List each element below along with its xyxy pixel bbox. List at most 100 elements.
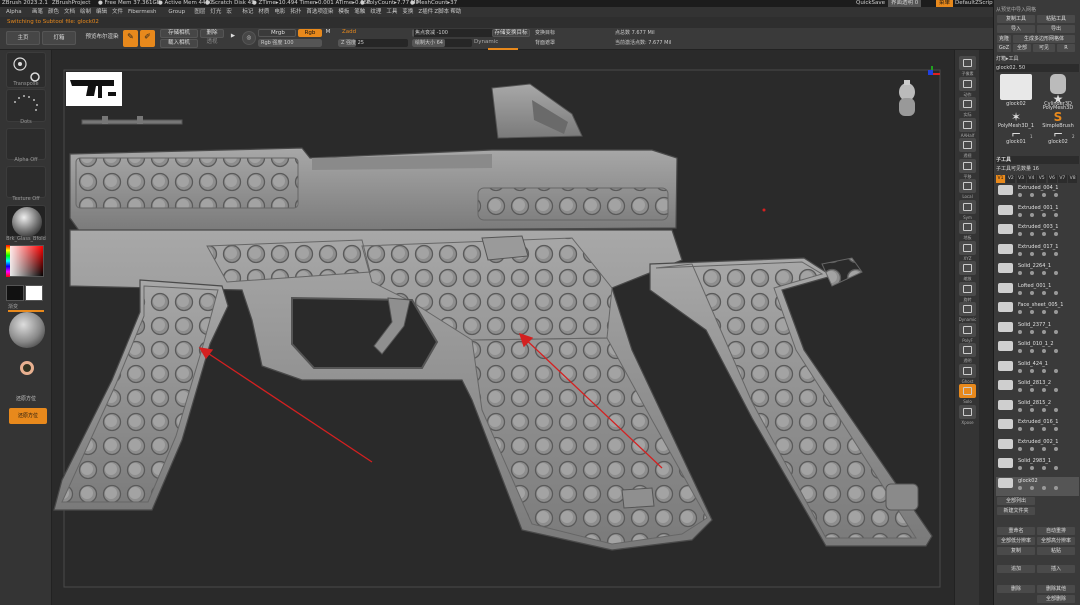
toggle-dot[interactable]: [1018, 232, 1022, 236]
menu-item[interactable]: 首选项: [306, 7, 323, 17]
version-tab[interactable]: V2: [1006, 175, 1016, 183]
store-morph-button[interactable]: 存储变换目标: [492, 29, 530, 37]
subtool-item[interactable]: Extruded_017_1: [996, 243, 1079, 262]
ui-transparency[interactable]: 界面透明 0: [888, 0, 922, 7]
toggle-dot[interactable]: [1018, 329, 1022, 334]
toggle-dot[interactable]: [1042, 290, 1046, 295]
subtool-item[interactable]: Extruded_003_1: [996, 223, 1079, 242]
shelf-button-15[interactable]: Ghost: [959, 363, 976, 384]
menus-toggle[interactable]: 菜单: [936, 0, 954, 7]
rename-button[interactable]: 重命名: [997, 527, 1035, 535]
draw-size-slider[interactable]: 绘制大小 64: [412, 39, 472, 47]
toggle-dot[interactable]: [1018, 310, 1022, 314]
menu-item[interactable]: Fibermesh: [128, 7, 156, 17]
make-polymesh-button[interactable]: 生成多边形网格体: [1013, 35, 1075, 43]
version-tab[interactable]: V4: [1026, 175, 1036, 183]
toggle-dot[interactable]: [1030, 310, 1034, 314]
menu-item[interactable]: 标记: [242, 7, 253, 17]
goz-button[interactable]: GoZ: [997, 44, 1011, 52]
menu-item[interactable]: 拓扑: [290, 7, 301, 17]
copy-tool-button[interactable]: 复制工具: [997, 15, 1035, 23]
toggle-dot[interactable]: [1042, 388, 1046, 392]
matcap-sphere[interactable]: [9, 312, 45, 348]
version-tab[interactable]: V6: [1047, 175, 1057, 183]
eye-icon[interactable]: [1054, 193, 1058, 197]
store-camera-button[interactable]: 存储相机: [160, 29, 198, 38]
menu-item[interactable]: 材质: [258, 7, 269, 17]
default-zscript[interactable]: DefaultZScript: [955, 0, 995, 7]
menu-item[interactable]: 变换: [402, 7, 413, 17]
shelf-button-6[interactable]: Local: [959, 179, 976, 199]
goz-r-button[interactable]: R: [1057, 44, 1075, 52]
menu-item[interactable]: 笔触: [354, 7, 365, 17]
eye-icon[interactable]: [1054, 310, 1058, 314]
import-button[interactable]: 导入: [997, 25, 1035, 33]
menu-item[interactable]: 帮助: [450, 7, 461, 17]
zadd-button[interactable]: Zadd: [334, 29, 364, 37]
menu-item[interactable]: 画笔: [32, 7, 43, 17]
load-camera-button[interactable]: 载入相机: [160, 39, 198, 48]
gizmo-button[interactable]: ◎: [242, 31, 256, 45]
toggle-dot[interactable]: [1030, 212, 1034, 217]
shelf-button-17[interactable]: Xpose: [959, 404, 976, 425]
goz-all-button[interactable]: 全部: [1013, 44, 1031, 52]
draw-mode-button[interactable]: ✐: [140, 30, 155, 47]
backface-mask-label[interactable]: 背面遮罩: [532, 39, 608, 47]
shelf-button-3[interactable]: AAHalf: [959, 117, 976, 138]
viewport-canvas[interactable]: [52, 50, 954, 605]
toggle-dot[interactable]: [1018, 271, 1022, 275]
toggle-dot[interactable]: [1042, 427, 1046, 431]
toggle-dot[interactable]: [1018, 212, 1022, 217]
toggle-dot[interactable]: [1030, 232, 1034, 236]
menu-item[interactable]: 灯光: [210, 7, 221, 17]
eye-icon[interactable]: [1054, 368, 1058, 373]
toggle-dot[interactable]: [1030, 427, 1034, 431]
version-tab[interactable]: V5: [1037, 175, 1047, 183]
eye-icon[interactable]: [1054, 290, 1058, 295]
shelf-button-12[interactable]: Dynamic: [959, 302, 976, 322]
toggle-dot[interactable]: [1042, 407, 1046, 412]
delete-other-button[interactable]: 删除其他: [1037, 585, 1075, 593]
menu-item[interactable]: 渲染: [322, 7, 333, 17]
m-button[interactable]: M: [323, 29, 333, 37]
auto-reorder-button[interactable]: 自动重排: [1037, 527, 1075, 535]
all-low-res-button[interactable]: 全部低分辨率: [997, 537, 1035, 545]
menu-item[interactable]: 纹理: [370, 7, 381, 17]
eye-icon[interactable]: [1054, 232, 1058, 236]
eye-icon[interactable]: [1054, 271, 1058, 275]
eye-icon[interactable]: [1054, 251, 1058, 256]
subtool-item[interactable]: Extruded_004_1: [996, 184, 1079, 203]
toggle-dot[interactable]: [1030, 368, 1034, 373]
delete-camera-button[interactable]: 删除: [200, 29, 224, 38]
toggle-dot[interactable]: [1018, 193, 1022, 197]
play-button[interactable]: ▶: [228, 30, 238, 40]
restore-dir-button[interactable]: 还原方位: [9, 408, 47, 424]
donut-icon[interactable]: [20, 361, 34, 375]
toggle-dot[interactable]: [1018, 349, 1022, 353]
z-intensity-slider[interactable]: Z 强度 25: [338, 39, 408, 47]
toggle-dot[interactable]: [1042, 232, 1046, 236]
toggle-dot[interactable]: [1042, 329, 1046, 334]
dynamic-toggle[interactable]: Dynamic: [474, 39, 498, 47]
toggle-dot[interactable]: [1018, 368, 1022, 373]
menu-item[interactable]: 编辑: [96, 7, 107, 17]
shelf-button-1[interactable]: 动作: [959, 76, 976, 97]
toggle-dot[interactable]: [1030, 251, 1034, 256]
subtool-item[interactable]: Solid_2377_1: [996, 321, 1079, 340]
menu-item[interactable]: 颜色: [48, 7, 59, 17]
toggle-dot[interactable]: [1030, 290, 1034, 295]
toggle-dot[interactable]: [1042, 349, 1046, 353]
subtool-item[interactable]: Solid_2813_2: [996, 379, 1079, 398]
shelf-button-11[interactable]: 旋转: [959, 281, 976, 302]
toggle-dot[interactable]: [1042, 251, 1046, 256]
toggle-dot[interactable]: [1042, 446, 1046, 451]
eye-icon[interactable]: [1054, 349, 1058, 353]
toggle-dot[interactable]: [1018, 251, 1022, 256]
subtool-item[interactable]: Face_sheet_005_1: [996, 301, 1079, 320]
toggle-dot[interactable]: [1018, 466, 1022, 470]
lightbox-tools-label[interactable]: 灯箱▸工具: [996, 55, 1079, 63]
toggle-dot[interactable]: [1030, 466, 1034, 470]
menu-item[interactable]: 工具: [386, 7, 397, 17]
eye-icon[interactable]: [1054, 212, 1058, 217]
delete-button[interactable]: 删除: [997, 585, 1035, 593]
